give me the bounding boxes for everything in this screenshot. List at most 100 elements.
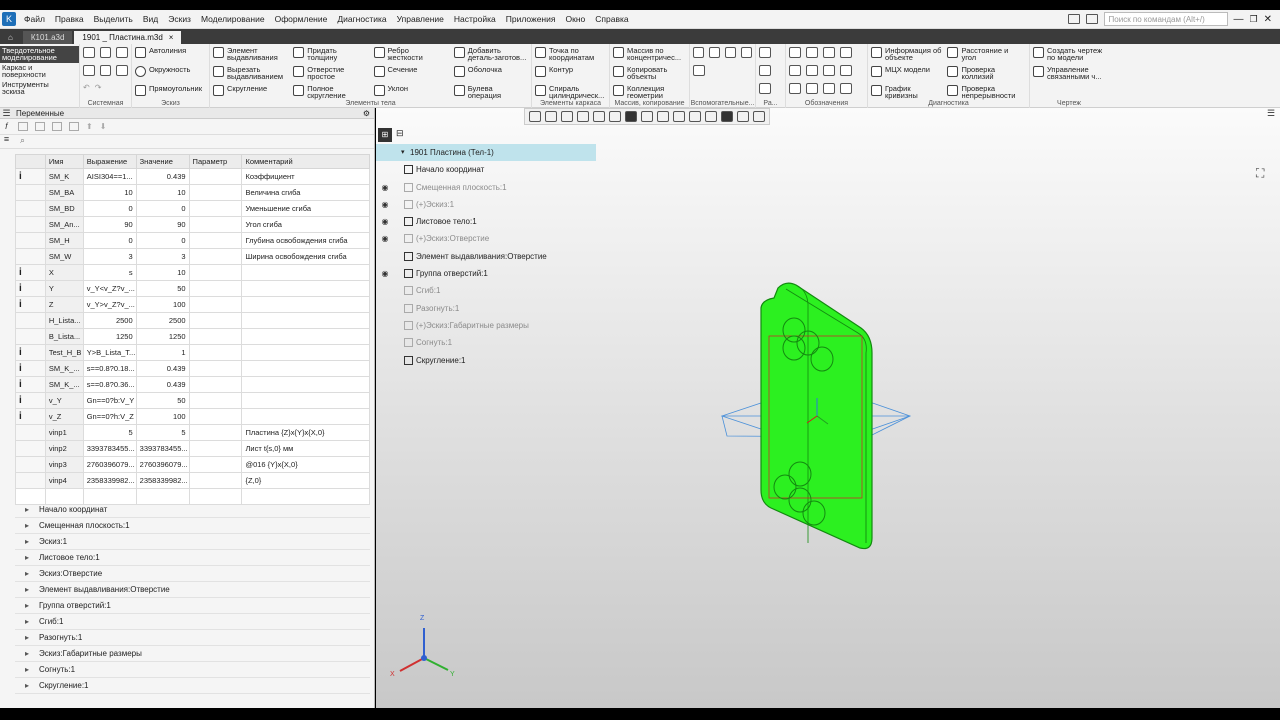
menu-item-10[interactable]: Приложения [501, 14, 561, 24]
expand-arrow-icon[interactable]: ▸ [25, 598, 39, 614]
frame-button-2[interactable]: Спираль цилиндрическ... [535, 85, 606, 101]
aux-point-icon[interactable] [725, 47, 736, 58]
body-1-button-0[interactable]: Элемент выдавливания [213, 47, 287, 63]
table-icon[interactable] [52, 122, 62, 131]
variable-parameter[interactable] [188, 408, 243, 425]
expand-arrow-icon[interactable]: ▸ [25, 502, 39, 518]
variable-name[interactable]: B_Lista... [44, 328, 84, 345]
tab-close-icon[interactable]: × [169, 33, 174, 42]
aux-axis-icon[interactable] [709, 47, 720, 58]
var-tree-item[interactable]: ▸ Сгиб:1 [15, 614, 370, 630]
variable-parameter[interactable] [188, 344, 243, 361]
var-tree-item[interactable]: ▸ Эскиз:1 [15, 534, 370, 550]
datum-icon[interactable] [840, 47, 852, 58]
variable-expression[interactable]: Gn==0?b:V_Y [82, 392, 137, 409]
col-header-3[interactable]: Параметр [188, 154, 243, 169]
variable-row[interactable]: i v_Y Gn==0?b:V_Y 50 [15, 392, 370, 409]
variable-row[interactable]: SM_H 0 0 Глубина освобождения сгиба [15, 232, 370, 249]
drawing-button-1[interactable]: Управление связанными ч... [1033, 66, 1105, 82]
var-tree-item[interactable]: ▸ Смещенная плоскость:1 [15, 518, 370, 534]
ra-icon-1[interactable] [759, 47, 771, 58]
variable-comment[interactable]: Пластина {Z}x{Y}x{X,0} [241, 424, 370, 441]
variable-parameter[interactable] [188, 264, 243, 281]
open-icon[interactable] [99, 47, 112, 58]
function-icon[interactable] [18, 122, 28, 131]
variable-row[interactable]: SM_BA 10 10 Величина сгиба [15, 184, 370, 201]
circle-button[interactable]: Окружность [135, 66, 206, 82]
variable-expression[interactable]: v_Y<v_Z?v_... [82, 280, 137, 297]
variable-row[interactable]: i SM_K_... s==0.8?0.18... 0.439 [15, 360, 370, 377]
variable-name[interactable]: SM_K_... [44, 360, 84, 377]
variable-parameter[interactable] [188, 200, 243, 217]
list-icon[interactable]: ≡ [0, 134, 13, 147]
variable-name[interactable]: Y [44, 280, 84, 297]
variable-comment[interactable]: {Z,0} [241, 472, 370, 489]
variable-expression[interactable]: 90 [82, 216, 137, 233]
variable-row[interactable]: i Test_H_B Y>B_Lista_T... 1 [15, 344, 370, 361]
var-tree-item[interactable]: ▸ Эскиз:Габаритные размеры [15, 646, 370, 662]
expand-arrow-icon[interactable]: ▸ [25, 646, 39, 662]
variable-row[interactable]: i SM_K_... s==0.8?0.36... 0.439 [15, 376, 370, 393]
col-header-4[interactable]: Комментарий [241, 154, 370, 169]
variable-comment[interactable] [241, 296, 370, 313]
variable-parameter[interactable] [188, 168, 243, 185]
var-tree-item[interactable]: ▸ Эскиз:Отверстие [15, 566, 370, 582]
array-button-2[interactable]: Коллекция геометрии [613, 85, 686, 101]
save-icon[interactable] [116, 47, 129, 58]
variable-parameter[interactable] [188, 232, 243, 249]
home-tab-icon[interactable]: ⌂ [0, 31, 21, 44]
aux-line-icon[interactable] [693, 65, 705, 76]
redo-icon[interactable]: ↷ [95, 83, 102, 92]
menu-item-11[interactable]: Окно [560, 14, 590, 24]
variable-parameter[interactable] [188, 440, 243, 457]
variable-comment[interactable] [241, 344, 370, 361]
body-1-button-2[interactable]: Скругление [213, 85, 287, 101]
variable-row[interactable]: i v_Z Gn==0?h:V_Z 100 [15, 408, 370, 425]
ra-icon-3[interactable] [759, 83, 771, 94]
variable-comment[interactable] [241, 376, 370, 393]
preview-icon[interactable] [99, 65, 112, 76]
diag-b-button-1[interactable]: Проверка коллизий [947, 66, 1015, 82]
drawing-button-0[interactable]: Создать чертеж по модели [1033, 47, 1105, 63]
radius-dim-icon[interactable] [823, 65, 835, 76]
frame-button-1[interactable]: Контур [535, 66, 606, 82]
variable-expression[interactable]: Y>B_Lista_T... [82, 344, 137, 361]
variable-expression[interactable]: v_Y>v_Z?v_... [82, 296, 137, 313]
variable-comment[interactable]: Ширина освобождения сгиба [241, 248, 370, 265]
variable-comment[interactable] [241, 328, 370, 345]
variable-row[interactable]: vinp4 2358339982... 2358339982... {Z,0} [15, 472, 370, 489]
fx-icon[interactable]: 𝑓 [0, 121, 13, 134]
menu-item-2[interactable]: Выделить [89, 14, 138, 24]
diameter-dim-icon[interactable] [840, 65, 852, 76]
variable-parameter[interactable] [188, 424, 243, 441]
variable-name[interactable]: SM_H [44, 232, 84, 249]
body-3-button-0[interactable]: Ребро жесткости [373, 47, 448, 63]
mode-solid-modeling[interactable]: Твердотельное моделирование [0, 46, 79, 63]
variable-expression[interactable]: 3 [82, 248, 137, 265]
variable-comment[interactable] [241, 264, 370, 281]
variable-comment[interactable] [241, 392, 370, 409]
variable-expression[interactable]: 1250 [82, 328, 137, 345]
thread-icon[interactable] [789, 83, 801, 94]
menu-item-8[interactable]: Управление [392, 14, 449, 24]
menu-item-9[interactable]: Настройка [449, 14, 501, 24]
variable-row[interactable]: vinp1 5 5 Пластина {Z}x{Y}x{X,0} [15, 424, 370, 441]
variable-name[interactable]: Test_H_B [44, 344, 84, 361]
gear-icon[interactable]: ⚙ [363, 108, 370, 119]
tab-part[interactable]: 1901 _ Пластина.m3d × [74, 31, 182, 44]
variable-comment[interactable]: @016 {Y}x{X,0} [241, 456, 370, 473]
variable-name[interactable]: H_Lista... [44, 312, 84, 329]
right-panel-icon[interactable]: ☰ [1262, 108, 1280, 128]
variable-expression[interactable]: 2760396079... [82, 456, 137, 473]
variable-name[interactable]: vinp3 [44, 456, 84, 473]
variable-name[interactable]: SM_K_... [44, 376, 84, 393]
menu-item-12[interactable]: Справка [590, 14, 633, 24]
plate-part[interactable] [720, 282, 912, 550]
diag-a-button-2[interactable]: График кривизны [871, 85, 941, 101]
variable-expression[interactable]: 5 [82, 424, 137, 441]
body-2-button-2[interactable]: Полное скругление [293, 85, 367, 101]
body-1-button-1[interactable]: Вырезать выдавливанием [213, 66, 287, 82]
variable-name[interactable]: SM_K [44, 168, 84, 185]
mode-wireframe-surfaces[interactable]: Каркас и поверхности [0, 63, 79, 80]
expand-arrow-icon[interactable]: ▸ [25, 550, 39, 566]
